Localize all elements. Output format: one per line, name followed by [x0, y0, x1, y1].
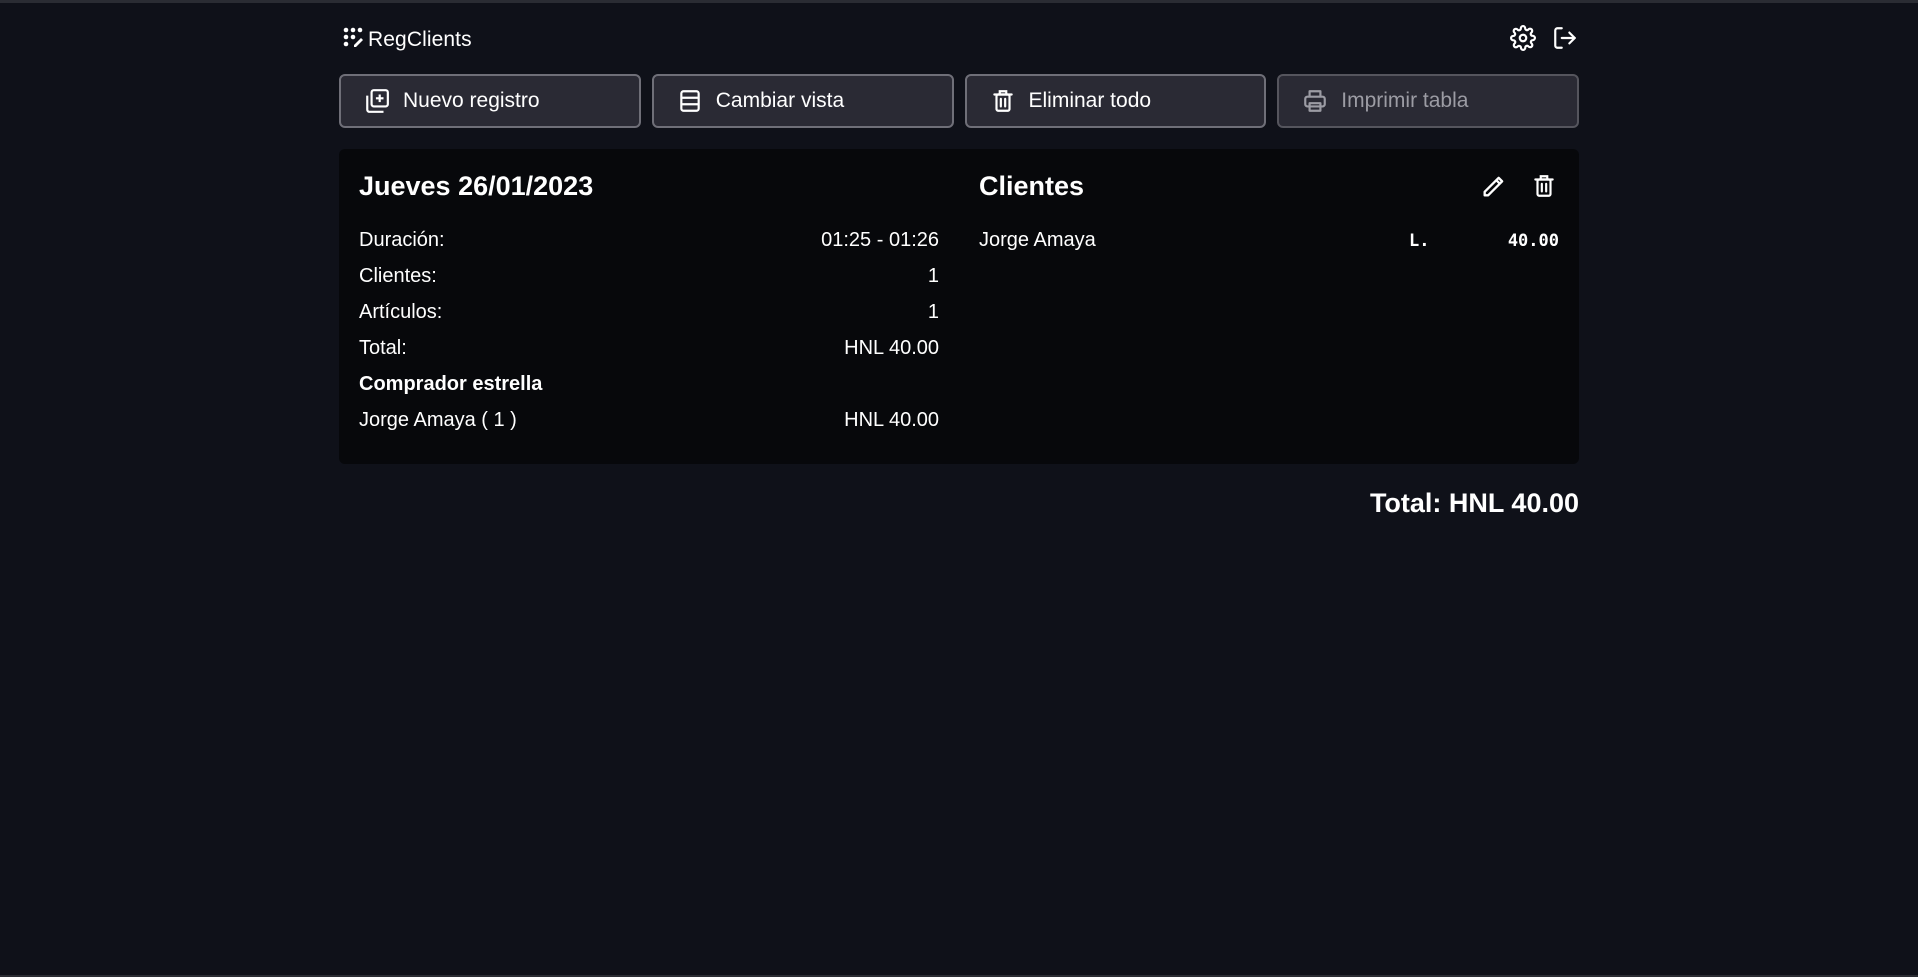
view-rows-icon: [676, 87, 704, 115]
stat-value: 01:25 - 01:26: [821, 229, 939, 251]
star-buyer-heading-label: Comprador estrella: [359, 373, 543, 395]
stat-label: Total:: [359, 337, 407, 359]
stat-value: 1: [927, 265, 939, 287]
gear-icon[interactable]: [1509, 24, 1537, 52]
new-record-button[interactable]: Nuevo registro: [339, 74, 641, 128]
client-amount: 40.00: [1507, 231, 1559, 251]
stat-value: 1: [927, 301, 939, 323]
logout-icon[interactable]: [1551, 24, 1579, 52]
brand[interactable]: RegClients: [342, 26, 472, 53]
stat-row-clients: Clientes: 1: [359, 265, 939, 295]
grand-total: Total: HNL 40.00: [1369, 488, 1579, 518]
client-currency: L.: [1409, 231, 1430, 251]
change-view-label: Cambiar vista: [715, 89, 845, 112]
printer-icon: [1301, 87, 1329, 115]
star-buyer-value: HNL 40.00: [844, 409, 939, 431]
stat-label: Duración:: [359, 229, 445, 251]
client-row[interactable]: Jorge Amaya L. 40.00: [979, 229, 1559, 259]
stat-label: Clientes:: [359, 265, 437, 287]
app-header: RegClients: [339, 24, 1579, 54]
new-record-label: Nuevo registro: [403, 89, 540, 112]
add-box-icon: [363, 87, 391, 115]
edit-icon[interactable]: [1479, 171, 1509, 201]
brand-name: RegClients: [368, 27, 472, 51]
star-buyer-row: Jorge Amaya ( 1 ) HNL 40.00: [359, 409, 939, 439]
trash-icon[interactable]: [1529, 171, 1559, 201]
stat-value: HNL 40.00: [844, 337, 939, 359]
print-table-button[interactable]: Imprimir tabla: [1277, 74, 1579, 128]
stat-row-articles: Artículos: 1: [359, 301, 939, 331]
record-card: Jueves 26/01/2023 Duración: 01:25 - 01:2…: [339, 149, 1579, 464]
stat-row-total: Total: HNL 40.00: [359, 337, 939, 367]
record-date-title: Jueves 26/01/2023: [359, 171, 594, 201]
stat-label: Artículos:: [359, 301, 443, 323]
top-border: [0, 0, 1918, 3]
delete-all-button[interactable]: Eliminar todo: [964, 74, 1267, 128]
star-buyer-name: Jorge Amaya ( 1 ): [359, 409, 517, 431]
toolbar: Nuevo registro Cambiar vista Eliminar to…: [339, 74, 1579, 128]
clients-title: Clientes: [979, 171, 1085, 201]
change-view-button[interactable]: Cambiar vista: [651, 74, 954, 128]
stat-row-duration: Duración: 01:25 - 01:26: [359, 229, 939, 259]
delete-all-label: Eliminar todo: [1028, 89, 1152, 112]
trash-icon: [989, 87, 1017, 115]
print-table-label: Imprimir tabla: [1341, 89, 1469, 112]
star-buyer-heading: Comprador estrella: [359, 373, 939, 403]
client-name: Jorge Amaya: [979, 229, 1096, 251]
brand-logo-icon: [342, 26, 364, 53]
